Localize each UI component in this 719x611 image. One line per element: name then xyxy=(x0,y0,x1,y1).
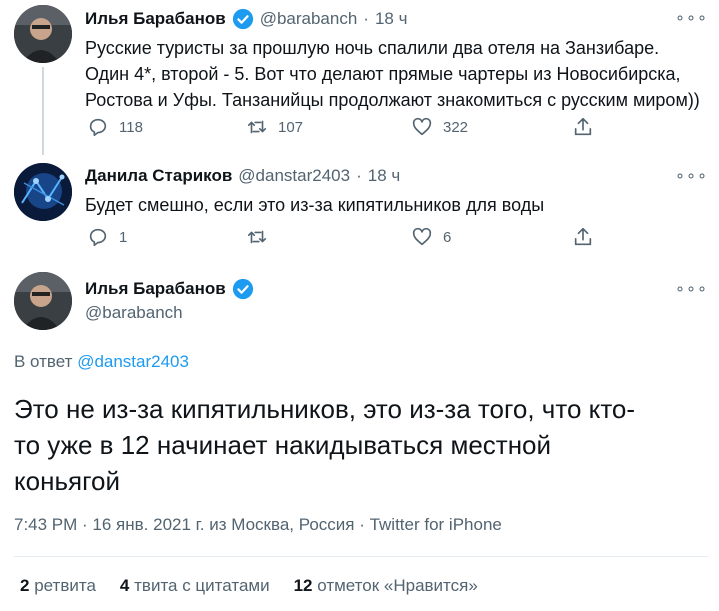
retweet-icon xyxy=(247,230,267,244)
tweet-text-line: Один 4*, второй - 5. Вот что делают прям… xyxy=(85,64,681,84)
reply-icon xyxy=(89,118,107,137)
separator-dot: · xyxy=(356,166,362,185)
avatar[interactable] xyxy=(14,5,72,63)
tweet-meta[interactable]: 7:43 PM · 16 янв. 2021 г. из Москва, Рос… xyxy=(14,515,502,535)
likes-stat-count: 12 xyxy=(293,576,313,595)
author-handle[interactable]: @danstar2403 xyxy=(238,166,350,186)
like-count: 322 xyxy=(443,118,469,136)
tweet-text-line: Это не из-за кипятильников, это из-за то… xyxy=(14,394,636,424)
reply-count: 1 xyxy=(119,228,128,246)
divider xyxy=(14,556,708,557)
main-tweet-text: Это не из-за кипятильников, это из-за то… xyxy=(14,391,714,499)
avatar[interactable] xyxy=(14,272,72,330)
verified-badge-icon xyxy=(232,8,253,30)
quotes-stat-count: 4 xyxy=(119,576,130,595)
like-count: 6 xyxy=(443,228,452,246)
separator-dot: · xyxy=(363,9,369,28)
retweet-count: 107 xyxy=(278,118,304,136)
reply-icon xyxy=(89,228,107,247)
retweets-stat[interactable]: 2 ретвита xyxy=(20,576,96,596)
avatar[interactable] xyxy=(14,163,72,221)
reply-to-link[interactable]: @danstar2403 xyxy=(77,352,189,371)
like-icon xyxy=(412,227,432,246)
quotes-stat-label: твита с цитатами xyxy=(134,576,270,595)
reply-count: 118 xyxy=(119,118,143,136)
retweets-stat-label: ретвита xyxy=(34,576,96,595)
retweet-button[interactable]: 107 xyxy=(246,116,303,138)
tweet-time[interactable]: 18 ч xyxy=(368,166,401,186)
author-handle[interactable]: @barabanch xyxy=(260,9,358,29)
reply-context: В ответ @danstar2403 xyxy=(14,352,189,372)
thread-line xyxy=(42,67,44,155)
reply-button[interactable]: 1 xyxy=(87,226,127,248)
verified-badge-icon xyxy=(232,278,253,300)
retweet-icon xyxy=(247,120,267,134)
more-icon[interactable]: ∘∘∘ xyxy=(675,166,708,186)
tweet-text-line: то уже в 12 начинает накидываться местно… xyxy=(14,430,552,460)
tweet-text: Будет смешно, если это из-за кипятильник… xyxy=(85,195,545,215)
retweets-stat-count: 2 xyxy=(20,576,30,595)
likes-stat[interactable]: 12 отметок «Нравится» xyxy=(294,576,478,596)
share-button[interactable] xyxy=(572,116,594,138)
share-icon xyxy=(574,227,592,246)
author-name[interactable]: Илья Барабанов xyxy=(85,279,226,299)
author-name[interactable]: Данила Стариков xyxy=(85,166,232,186)
like-icon xyxy=(412,117,432,136)
like-button[interactable]: 6 xyxy=(411,226,451,248)
more-icon[interactable]: ∘∘∘ xyxy=(675,8,708,28)
author-handle[interactable]: @barabanch xyxy=(85,303,183,323)
likes-stat-label: отметок «Нравится» xyxy=(317,576,478,595)
like-button[interactable]: 322 xyxy=(411,116,468,138)
reply-button[interactable]: 118 xyxy=(87,116,143,138)
tweet-text-line: коньягой xyxy=(14,466,121,496)
quotes-stat[interactable]: 4 твита с цитатами xyxy=(120,576,270,596)
share-icon xyxy=(574,117,592,136)
tweet-text: Русские туристы за прошлую ночь спалили … xyxy=(85,35,710,113)
retweet-button[interactable] xyxy=(246,226,268,248)
tweet-time[interactable]: 18 ч xyxy=(375,9,408,29)
tweet-text-line: Ростова и Уфы. Танзанийцы продолжают зна… xyxy=(85,90,700,110)
author-name[interactable]: Илья Барабанов xyxy=(85,9,226,29)
more-icon[interactable]: ∘∘∘ xyxy=(675,279,708,299)
reply-prefix: В ответ xyxy=(14,352,73,371)
tweet-text-line: Русские туристы за прошлую ночь спалили … xyxy=(85,38,660,58)
share-button[interactable] xyxy=(572,226,594,248)
